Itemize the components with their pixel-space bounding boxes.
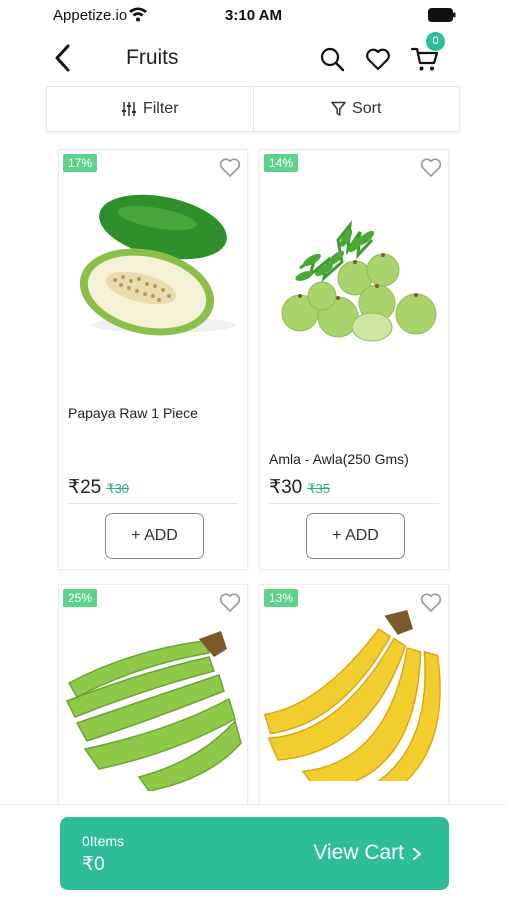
banana-image [263,610,441,781]
add-button[interactable]: + ADD [105,513,204,559]
price-row: ₹30 ₹35 [269,476,330,499]
filter-button[interactable]: Filter [47,87,253,131]
favorite-heart-icon[interactable] [419,590,443,614]
funnel-icon [331,101,346,116]
card-divider [269,503,439,504]
product-card[interactable]: 17% Papaya Raw 1 Piece ₹25 ₹30 + ADD [58,149,248,570]
discount-badge: 13% [264,589,299,607]
raw-banana-image [65,631,242,791]
view-cart-label: View Cart [313,841,404,864]
wishlist-heart-icon[interactable] [364,45,392,73]
chevron-right-icon [413,848,421,860]
page-title: Fruits [126,46,179,69]
back-button[interactable] [50,42,78,74]
product-name: Amla - Awla(250 Gms) [269,451,409,467]
product-price: ₹25 [68,477,102,498]
discount-badge: 25% [63,589,98,607]
product-price: ₹30 [269,477,303,498]
card-divider [68,503,238,504]
cart-footer: 0Items ₹0 View Cart [0,804,507,900]
cart-count-badge: 0 [426,32,445,51]
search-icon[interactable] [318,45,346,73]
favorite-heart-icon[interactable] [218,155,242,179]
cart-total: ₹0 [82,854,105,875]
favorite-heart-icon[interactable] [419,155,443,179]
papaya-image [79,194,235,336]
view-cart-button[interactable]: 0Items ₹0 View Cart [60,817,449,890]
status-bar: Appetize.io 3:10 AM [0,0,507,32]
product-card[interactable]: 25% [58,584,248,806]
product-card[interactable]: 14% Amla - Awla(250 Gms) ₹30 ₹35 + ADD [259,149,449,570]
sort-label: Sort [352,100,382,117]
discount-badge: 14% [264,154,299,172]
price-row: ₹25 ₹30 [68,476,129,499]
discount-badge: 17% [63,154,98,172]
battery-icon [428,8,456,22]
product-card[interactable]: 13% [259,584,449,806]
cart-items-count: 0Items [82,833,125,849]
add-button[interactable]: + ADD [306,513,405,559]
product-mrp: ₹35 [307,481,330,496]
product-mrp: ₹30 [106,481,129,496]
favorite-heart-icon[interactable] [218,590,242,614]
filter-label: Filter [142,100,179,117]
amla-image [281,220,437,342]
filter-sliders-icon [121,102,136,116]
filter-sort-bar: Filter Sort [46,86,460,132]
sort-button[interactable]: Sort [252,87,460,131]
product-name: Papaya Raw 1 Piece [68,405,198,421]
